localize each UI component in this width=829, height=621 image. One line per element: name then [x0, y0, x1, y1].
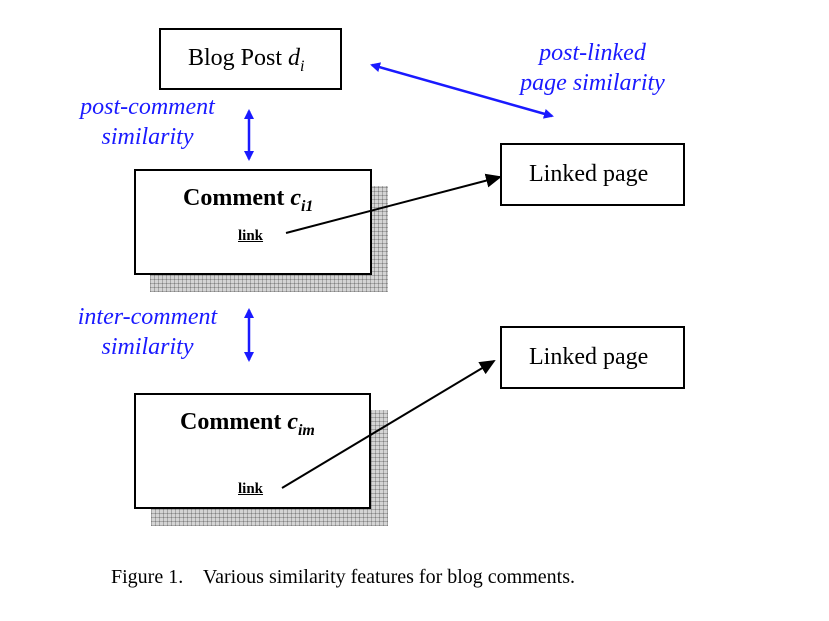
comment1-link-arrow [285, 173, 502, 234]
post-linked-arrow [370, 62, 554, 119]
comment2-link-arrow [281, 359, 496, 489]
arrows-layer [244, 62, 554, 489]
figure-caption: Figure 1. Various similarity features fo… [111, 566, 575, 588]
